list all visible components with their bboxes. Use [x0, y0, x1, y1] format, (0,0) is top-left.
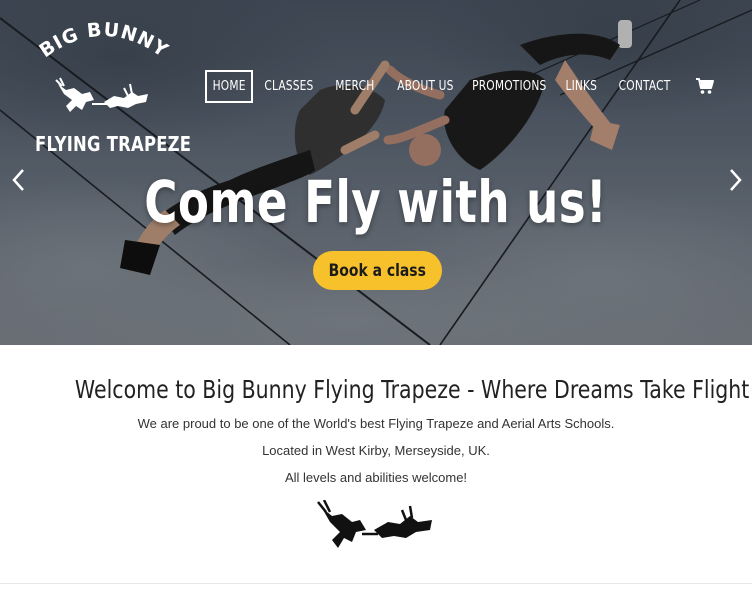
nav-label: CLASSES [264, 79, 314, 94]
svg-text:BIG BUNNY: BIG BUNNY [35, 19, 172, 59]
nav-label: PROMOTIONS [471, 79, 547, 94]
nav-item-classes[interactable]: CLASSES [253, 70, 325, 103]
welcome-heading: Welcome to Big Bunny Flying Trapeze - Wh… [74, 375, 752, 404]
intro-line-3: All levels and abilities welcome! [284, 470, 468, 485]
nav-label: CONTACT [619, 79, 671, 94]
bunnies-trapeze-icon [55, 77, 148, 112]
site-logo[interactable]: BIG BUNNY FLYING TRAPEZE [28, 14, 191, 164]
intro-line-1: We are proud to be one of the World's be… [137, 416, 615, 431]
nav-item-links[interactable]: LINKS [553, 70, 609, 103]
intro-line-2: Located in West Kirby, Merseyside, UK. [262, 443, 490, 458]
logo-arc-text: BIG BUNNY [35, 19, 172, 59]
nav-item-merch[interactable]: MERCH [325, 70, 385, 103]
book-class-label: Book a class [328, 260, 427, 281]
nav-item-promotions[interactable]: PROMOTIONS [465, 70, 553, 103]
logo-bottom-text: FLYING TRAPEZE [35, 132, 192, 156]
nav-label: MERCH [335, 79, 375, 94]
nav-label: ABOUT US [396, 79, 454, 94]
book-class-button[interactable]: Book a class [313, 251, 442, 290]
bunnies-trapeze-icon [317, 500, 432, 548]
nav-item-home[interactable]: HOME [205, 70, 253, 103]
hero-headline: Come Fly with us! [144, 168, 608, 236]
section-divider [0, 583, 752, 584]
hero-banner: BIG BUNNY FLYING TRAPEZE HOME CLASSES ME… [0, 0, 752, 345]
cart-icon[interactable] [695, 77, 715, 95]
nav-item-contact[interactable]: CONTACT [609, 70, 681, 103]
nav-label: LINKS [565, 79, 597, 94]
main-nav: HOME CLASSES MERCH ABOUT US PROMOTIONS L… [205, 70, 681, 103]
nav-label: HOME [212, 79, 246, 94]
nav-item-about-us[interactable]: ABOUT US [385, 70, 465, 103]
